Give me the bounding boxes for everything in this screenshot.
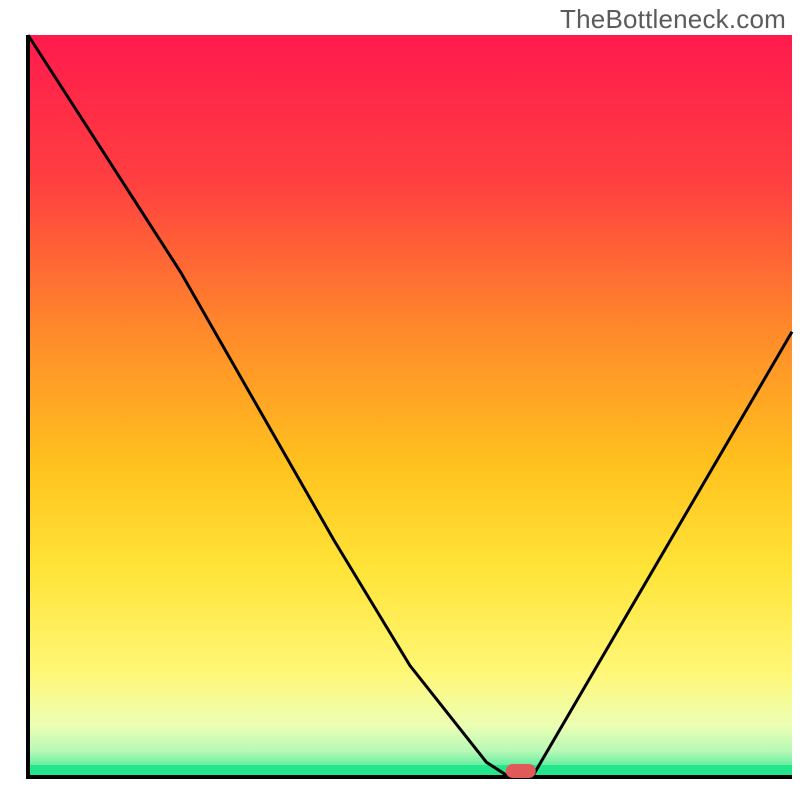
watermark-label: TheBottleneck.com (560, 4, 786, 35)
optimal-marker (506, 764, 536, 778)
bottleneck-curve-chart (0, 0, 800, 800)
